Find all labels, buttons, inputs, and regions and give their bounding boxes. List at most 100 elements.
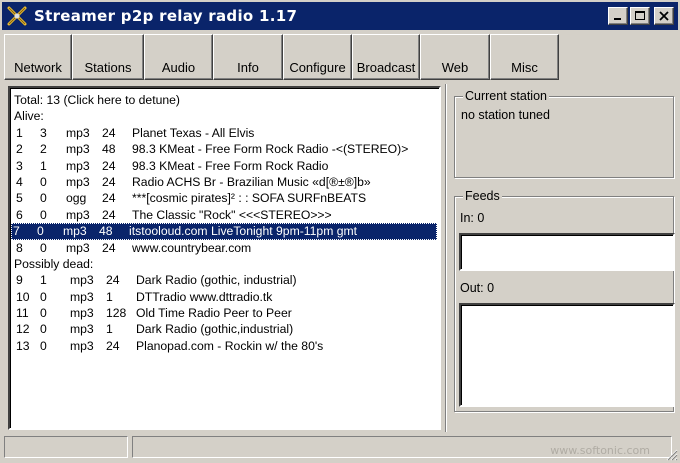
station-name: DTTradio www.dttradio.tk bbox=[136, 289, 273, 304]
station-listeners: 1 bbox=[40, 273, 47, 288]
station-listeners: 0 bbox=[40, 240, 47, 255]
station-row[interactable]: 13 0 mp3 24 Planopad.com - Rockin w/ the 80'… bbox=[14, 338, 437, 354]
station-row[interactable]: 7 0 mp3 48 itstooloud.com LiveTonight 9pm-11… bbox=[11, 223, 437, 240]
station-format: mp3 bbox=[66, 158, 90, 173]
station-number: 8 bbox=[16, 240, 23, 255]
station-name: ***[cosmic pirates]² : : SOFA SURFnBEATS bbox=[132, 191, 367, 206]
station-listeners: 3 bbox=[40, 125, 47, 140]
dead-header: Possibly dead: bbox=[14, 256, 94, 271]
web-button[interactable]: Web bbox=[420, 34, 490, 80]
station-bitrate: 24 bbox=[102, 125, 116, 140]
station-name: www.countrybear.com bbox=[132, 240, 252, 255]
station-bitrate: 24 bbox=[102, 191, 116, 206]
station-row[interactable]: 10 0 mp3 1 DTTradio www.dttradio.tk bbox=[14, 289, 437, 305]
minimize-icon bbox=[614, 18, 621, 20]
station-bitrate: 48 bbox=[99, 224, 113, 239]
station-row[interactable]: 5 0 ogg 24 ***[cosmic pirates]² : : SOFA SUR… bbox=[14, 190, 437, 206]
alive-stations: 1 3 mp3 24 Planet Texas - All Elvis 2 2 mp3 48 98… bbox=[11, 125, 437, 256]
station-format: mp3 bbox=[66, 174, 90, 189]
app-window: Streamer p2p relay radio 1.17 Network St… bbox=[0, 0, 680, 463]
watermark: www.softonic.com bbox=[550, 444, 650, 457]
station-listeners: 0 bbox=[40, 322, 47, 337]
station-listeners: 0 bbox=[40, 306, 47, 321]
station-name: itstooloud.com LiveTonight 9pm-11pm gmt bbox=[129, 224, 358, 239]
detune-line[interactable]: Total: 13 (Click here to detune) bbox=[14, 92, 437, 108]
station-format: mp3 bbox=[66, 142, 90, 157]
station-format: ogg bbox=[66, 191, 87, 206]
station-name: 98.3 KMeat - Free Form Rock Radio -<(STE… bbox=[132, 142, 409, 157]
station-row[interactable]: 8 0 mp3 24 www.countrybear.com bbox=[14, 240, 437, 256]
window-title: Streamer p2p relay radio 1.17 bbox=[34, 7, 298, 25]
station-row[interactable]: 1 3 mp3 24 Planet Texas - All Elvis bbox=[14, 125, 437, 141]
station-row[interactable]: 9 1 mp3 24 Dark Radio (gothic, industrial) bbox=[14, 272, 437, 288]
station-listeners: 0 bbox=[40, 338, 47, 353]
station-row[interactable]: 2 2 mp3 48 98.3 KMeat - Free Form Rock Radio… bbox=[14, 141, 437, 157]
maximize-icon bbox=[635, 11, 645, 20]
station-row[interactable]: 11 0 mp3 128 Old Time Radio Peer to Peer bbox=[14, 305, 437, 321]
station-bitrate: 24 bbox=[102, 240, 116, 255]
station-bitrate: 24 bbox=[102, 207, 116, 222]
stations-button[interactable]: Stations bbox=[72, 34, 144, 80]
station-list[interactable]: Total: 13 (Click here to detune) Alive: … bbox=[8, 86, 441, 430]
audio-button[interactable]: Audio bbox=[144, 34, 213, 80]
station-bitrate: 24 bbox=[106, 338, 120, 353]
current-station-group: Current station no station tuned bbox=[454, 89, 674, 178]
station-name: Dark Radio (gothic,industrial) bbox=[136, 322, 294, 337]
alive-header: Alive: bbox=[14, 109, 44, 124]
feeds-group: Feeds In: 0 Out: 0 bbox=[454, 189, 675, 412]
station-row[interactable]: 6 0 mp3 24 The Classic "Rock" <<<STEREO>>> bbox=[14, 207, 437, 223]
feeds-out-box[interactable] bbox=[459, 303, 675, 407]
station-format: mp3 bbox=[70, 322, 94, 337]
station-format: mp3 bbox=[66, 240, 90, 255]
station-name: Planet Texas - All Elvis bbox=[132, 125, 255, 140]
resize-grip-icon[interactable] bbox=[664, 447, 678, 461]
station-format: mp3 bbox=[70, 306, 94, 321]
station-listeners: 1 bbox=[40, 158, 47, 173]
feeds-out-label: Out: 0 bbox=[460, 281, 495, 295]
station-name: 98.3 KMeat - Free Form Rock Radio bbox=[132, 158, 329, 173]
station-list-rows: Total: 13 (Click here to detune) Alive: … bbox=[11, 92, 437, 354]
station-listeners: 0 bbox=[40, 191, 47, 206]
station-listeners: 0 bbox=[40, 289, 47, 304]
maximize-button[interactable] bbox=[630, 7, 650, 25]
misc-button[interactable]: Misc bbox=[490, 34, 559, 80]
status-pane-left bbox=[4, 436, 128, 458]
station-bitrate: 24 bbox=[102, 158, 116, 173]
feeds-label: Feeds bbox=[463, 189, 502, 203]
station-row[interactable]: 12 0 mp3 1 Dark Radio (gothic,industrial) bbox=[14, 321, 437, 337]
station-bitrate: 24 bbox=[106, 273, 120, 288]
station-row[interactable]: 4 0 mp3 24 Radio ACHS Br - Brazilian Music «… bbox=[14, 174, 437, 190]
dead-stations: 9 1 mp3 24 Dark Radio (gothic, industrial) 10… bbox=[14, 272, 437, 354]
station-format: mp3 bbox=[70, 338, 94, 353]
station-number: 4 bbox=[16, 174, 23, 189]
minimize-button[interactable] bbox=[608, 7, 628, 25]
station-name: Radio ACHS Br - Brazilian Music «d[®±®]b… bbox=[132, 174, 371, 189]
station-number: 6 bbox=[16, 207, 23, 222]
station-name: Dark Radio (gothic, industrial) bbox=[136, 273, 297, 288]
station-number: 13 bbox=[16, 338, 30, 353]
toolbar: Network Stations Audio Info Configure Br… bbox=[4, 34, 559, 80]
window-controls bbox=[608, 7, 674, 25]
station-format: mp3 bbox=[66, 125, 90, 140]
station-format: mp3 bbox=[70, 273, 94, 288]
network-button[interactable]: Network bbox=[4, 34, 72, 80]
configure-button[interactable]: Configure bbox=[283, 34, 352, 80]
station-number: 11 bbox=[16, 306, 29, 321]
station-number: 9 bbox=[16, 273, 23, 288]
station-name: Old Time Radio Peer to Peer bbox=[136, 306, 292, 321]
title-bar[interactable]: Streamer p2p relay radio 1.17 bbox=[2, 2, 678, 30]
current-station-label: Current station bbox=[463, 89, 549, 103]
current-station-value: no station tuned bbox=[461, 108, 550, 122]
station-bitrate: 1 bbox=[106, 289, 113, 304]
pane-divider[interactable] bbox=[445, 84, 447, 432]
info-button[interactable]: Info bbox=[213, 34, 283, 80]
feeds-in-box[interactable] bbox=[459, 233, 675, 271]
station-number: 12 bbox=[16, 322, 30, 337]
station-number: 5 bbox=[16, 191, 23, 206]
station-bitrate: 128 bbox=[106, 306, 127, 321]
close-button[interactable] bbox=[654, 7, 674, 25]
station-number: 7 bbox=[13, 224, 20, 239]
broadcast-button[interactable]: Broadcast bbox=[352, 34, 420, 80]
station-row[interactable]: 3 1 mp3 24 98.3 KMeat - Free Form Rock Radio bbox=[14, 158, 437, 174]
station-name: The Classic "Rock" <<<STEREO>>> bbox=[132, 207, 332, 222]
